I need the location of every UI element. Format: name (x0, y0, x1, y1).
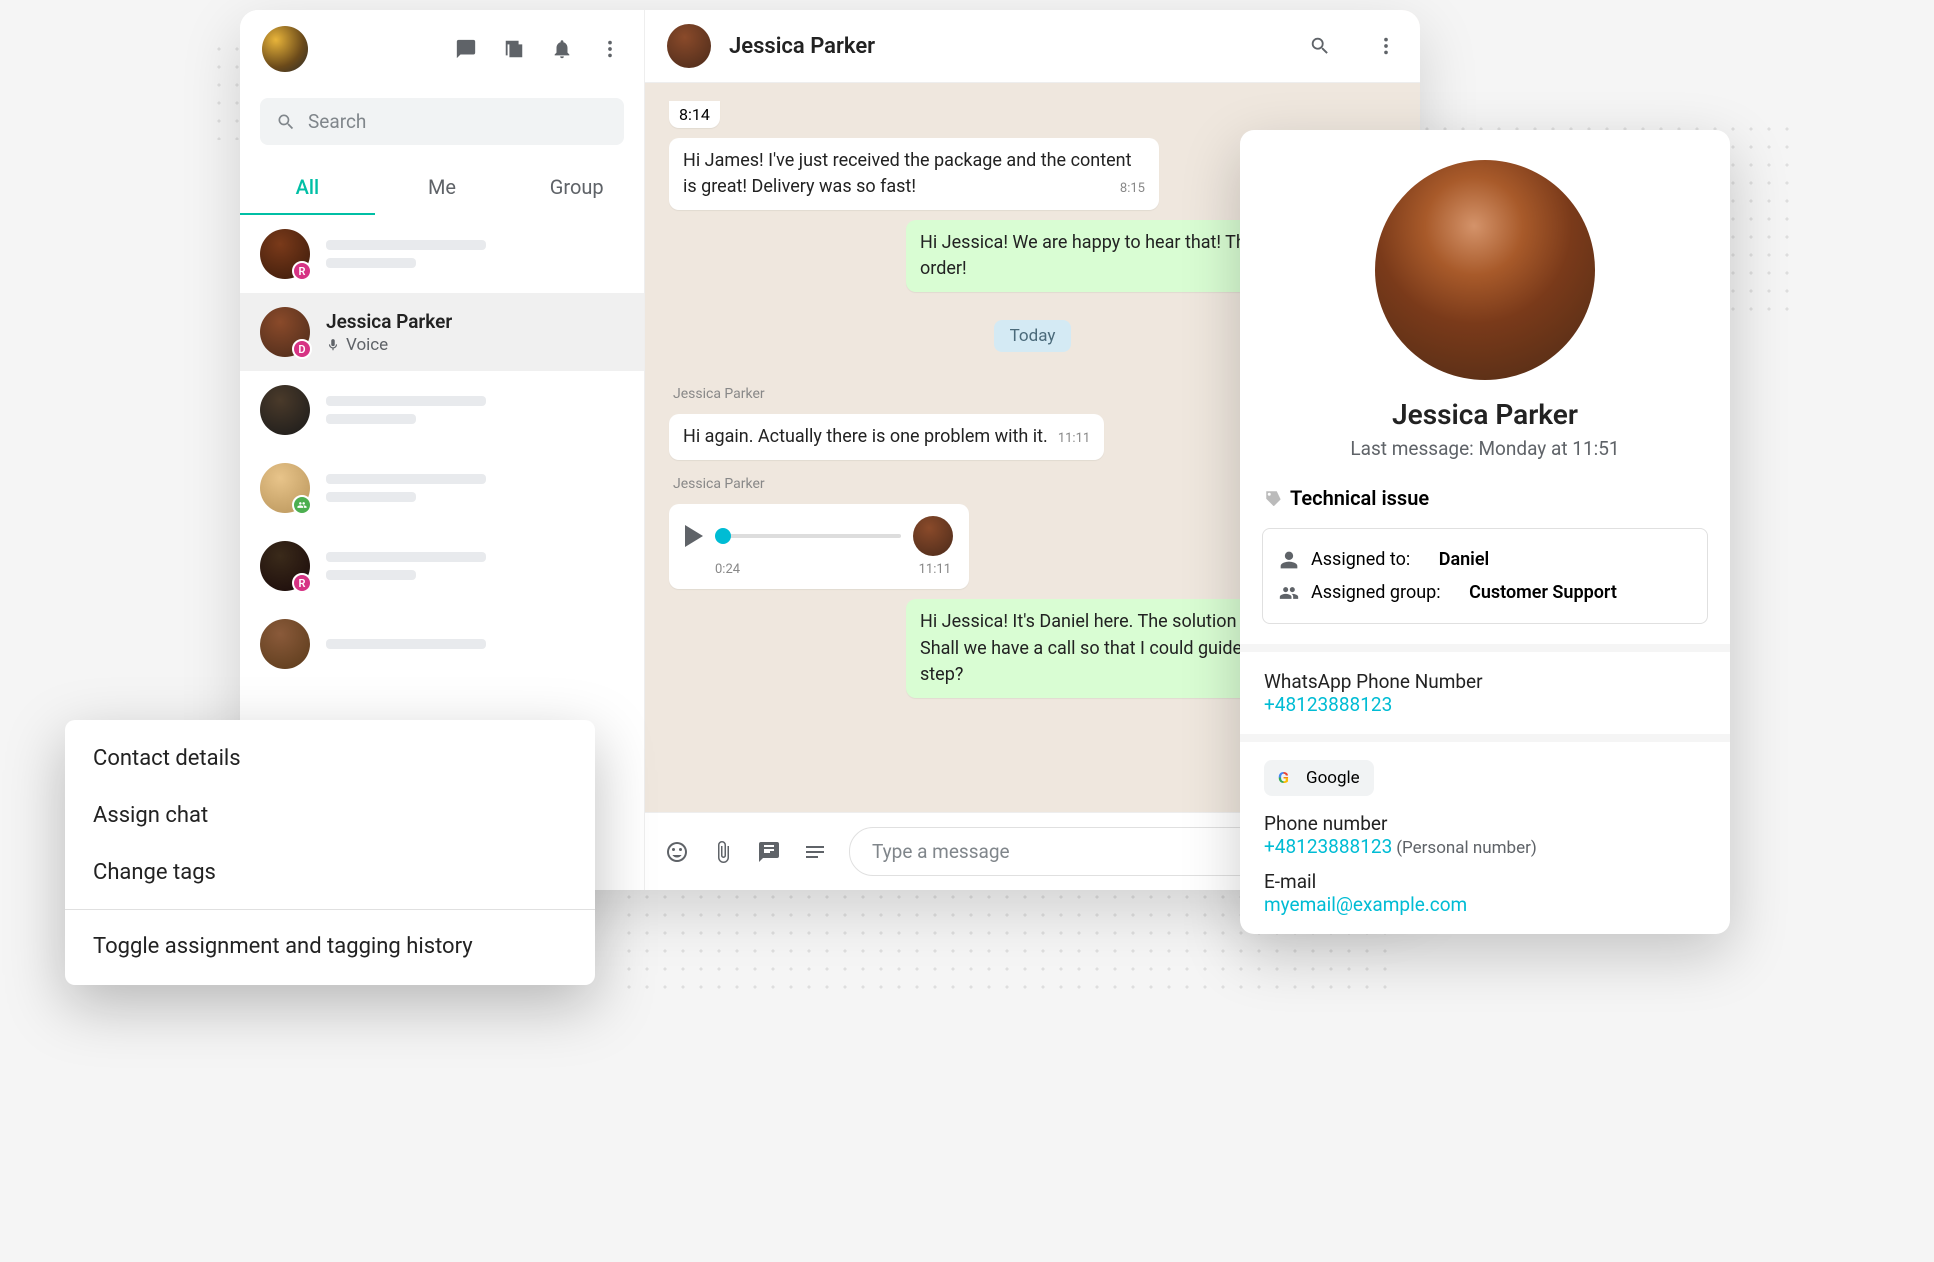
assigned-to-value: Daniel (1439, 549, 1489, 570)
phone-note: (Personal number) (1396, 838, 1537, 858)
whatsapp-number[interactable]: +48123888123 (1264, 693, 1706, 716)
email-label: E-mail (1264, 870, 1706, 893)
menu-contact-details[interactable]: Contact details (65, 730, 595, 787)
contact-photo (1375, 160, 1595, 380)
assigned-group-row: Assigned group: Customer Support (1279, 576, 1691, 609)
google-logo-icon (1278, 768, 1298, 788)
chat-item-selected[interactable]: D Jessica Parker Voice (240, 293, 644, 371)
assignee-badge: R (292, 261, 312, 281)
tag-icon (1264, 489, 1282, 507)
message-time: 8:15 (1120, 180, 1145, 199)
tag-text: Technical issue (1290, 486, 1429, 510)
emoji-icon[interactable] (665, 840, 689, 864)
sidebar-header (240, 10, 644, 88)
assignment-box: Assigned to: Daniel Assigned group: Cust… (1262, 528, 1708, 624)
phone-number[interactable]: +48123888123 (1264, 835, 1392, 858)
chat-item[interactable] (240, 371, 644, 449)
tab-all[interactable]: All (240, 161, 375, 215)
assignee-badge: R (292, 573, 312, 593)
chat-preview-skeleton (326, 552, 486, 580)
mic-icon (326, 338, 340, 352)
person-icon (1279, 550, 1299, 570)
chat-preview-skeleton (326, 639, 486, 649)
voice-track[interactable] (715, 534, 901, 538)
search-placeholder: Search (308, 110, 366, 133)
chat-item[interactable]: R (240, 215, 644, 293)
chat-subtitle: Voice (326, 335, 624, 355)
contact-panel: Jessica Parker Last message: Monday at 1… (1240, 130, 1730, 934)
tab-me[interactable]: Me (375, 161, 510, 215)
search-in-chat-icon[interactable] (1308, 34, 1332, 58)
phone-label: Phone number (1264, 812, 1706, 835)
voice-time: 11:11 (919, 562, 951, 577)
chat-preview-skeleton (326, 396, 486, 424)
message-time: 11:11 (1058, 430, 1090, 449)
messages-icon[interactable] (454, 37, 478, 61)
chat-more-icon[interactable] (1374, 34, 1398, 58)
notes-icon[interactable] (803, 840, 827, 864)
context-menu: Contact details Assign chat Change tags … (65, 720, 595, 985)
contact-avatar[interactable] (667, 24, 711, 68)
bell-icon[interactable] (550, 37, 574, 61)
chat-item[interactable] (240, 605, 644, 683)
my-avatar[interactable] (262, 26, 308, 72)
group-badge (292, 495, 312, 515)
menu-divider (65, 909, 595, 910)
chat-preview-skeleton (326, 474, 486, 502)
search-icon (276, 112, 296, 132)
avatar (260, 619, 310, 669)
chat-name: Jessica Parker (326, 310, 624, 333)
assigned-group-value: Customer Support (1469, 582, 1617, 603)
play-button[interactable] (685, 525, 703, 547)
avatar (260, 385, 310, 435)
message-text: Hi James! I've just received the package… (683, 150, 1131, 197)
attach-icon[interactable] (711, 840, 735, 864)
voice-avatar (913, 516, 953, 556)
google-chip: Google (1264, 760, 1374, 796)
tab-group[interactable]: Group (509, 161, 644, 215)
contact-last-message: Last message: Monday at 11:51 (1260, 437, 1710, 460)
menu-change-tags[interactable]: Change tags (65, 844, 595, 901)
date-separator: Today (994, 320, 1072, 352)
tag-row: Technical issue (1240, 478, 1730, 528)
assigned-to-row: Assigned to: Daniel (1279, 543, 1691, 576)
email-value[interactable]: myemail@example.com (1264, 893, 1706, 916)
more-icon[interactable] (598, 37, 622, 61)
voice-playhead[interactable] (715, 528, 731, 544)
stack-icon[interactable] (502, 37, 526, 61)
template-icon[interactable] (757, 840, 781, 864)
chat-item[interactable]: R (240, 527, 644, 605)
whatsapp-label: WhatsApp Phone Number (1264, 670, 1706, 693)
assignee-badge: D (292, 339, 312, 359)
chat-preview-skeleton (326, 240, 486, 268)
google-block: Google Phone number +48123888123 (Person… (1240, 742, 1730, 934)
conversation-header: Jessica Parker (645, 10, 1420, 83)
contact-name: Jessica Parker (1260, 398, 1710, 431)
group-icon (1279, 583, 1299, 603)
message-text: Hi again. Actually there is one problem … (683, 426, 1048, 447)
sidebar-tabs: All Me Group (240, 161, 644, 215)
message-time: 8:14 (679, 105, 710, 124)
voice-duration: 0:24 (715, 562, 740, 577)
chat-item[interactable] (240, 449, 644, 527)
contact-hero: Jessica Parker Last message: Monday at 1… (1240, 130, 1730, 478)
whatsapp-block: WhatsApp Phone Number +48123888123 (1240, 652, 1730, 734)
menu-toggle-history[interactable]: Toggle assignment and tagging history (65, 918, 595, 975)
menu-assign-chat[interactable]: Assign chat (65, 787, 595, 844)
search-input[interactable]: Search (260, 98, 624, 145)
conversation-title: Jessica Parker (729, 34, 875, 59)
